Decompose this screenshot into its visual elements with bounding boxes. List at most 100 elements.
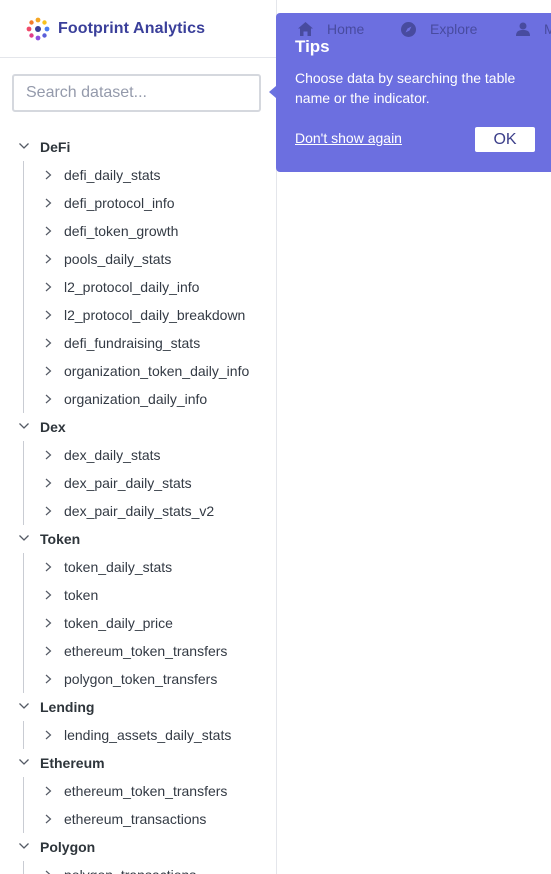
tree-item-label: token_daily_price <box>64 615 173 631</box>
chevron-down-icon <box>19 423 29 429</box>
chevron-right-icon <box>45 282 52 292</box>
tree-item[interactable]: token_daily_stats <box>0 553 276 581</box>
tree-item[interactable]: dex_pair_daily_stats_v2 <box>0 497 276 525</box>
logo-row: Footprint Analytics <box>0 0 276 58</box>
tree-category[interactable]: Ethereum <box>0 749 276 777</box>
nav-home[interactable]: Home <box>298 21 364 37</box>
chevron-down-icon <box>19 843 29 849</box>
brand-name[interactable]: Footprint Analytics <box>58 20 205 38</box>
tree-item-label: defi_fundraising_stats <box>64 335 201 351</box>
tree-item[interactable]: organization_daily_info <box>0 385 276 413</box>
tree-group: token_daily_statstoken token_daily_pricee… <box>0 553 276 693</box>
chevron-right-icon <box>45 674 52 684</box>
chevron-right-icon <box>45 226 52 236</box>
tips-title: Tips <box>295 37 330 56</box>
dont-show-again-link[interactable]: Don't show again <box>295 130 402 146</box>
tree-item-label: defi_protocol_info <box>64 195 175 211</box>
user-icon <box>516 22 530 36</box>
tree-item-label: lending_assets_daily_stats <box>64 727 232 743</box>
tree-item[interactable]: defi_protocol_info <box>0 189 276 217</box>
nav-home-label: Home <box>327 21 365 37</box>
ok-button[interactable]: OK <box>475 127 535 152</box>
tree-item[interactable]: ethereum_token_transfers <box>0 637 276 665</box>
tree-group: defi_daily_stats defi_protocol_info defi_t… <box>0 161 276 413</box>
chevron-right-icon <box>45 562 52 572</box>
tree-item-label: ethereum_token_transfers <box>64 643 228 659</box>
tree-category-label: DeFi <box>40 139 71 155</box>
tree-item-label: token <box>64 587 99 603</box>
tree-item-label: polygon_token_transfers <box>64 671 218 687</box>
tree-item-label: pools_daily_stats <box>64 251 172 267</box>
chevron-right-icon <box>45 814 52 824</box>
tree-item-label: l2_protocol_daily_info <box>64 279 200 295</box>
tree-item[interactable]: ethereum_token_transfers <box>0 777 276 805</box>
search-input[interactable] <box>12 74 261 112</box>
chevron-right-icon <box>45 618 52 628</box>
chevron-down-icon <box>19 759 29 765</box>
tree-item-label: ethereum_transactions <box>64 811 207 827</box>
tree-item[interactable]: token <box>0 581 276 609</box>
tips-popover: Home Explore M Tips Choose data by searc… <box>276 13 551 172</box>
footprint-logo-icon <box>26 17 50 40</box>
tree-group: ethereum_token_transfers ethereum_transac… <box>0 777 276 833</box>
tree-category[interactable]: Polygon <box>0 833 276 861</box>
nav-my[interactable]: M <box>516 21 551 37</box>
chevron-down-icon <box>19 143 29 149</box>
tree-item-label: token_daily_stats <box>64 559 173 575</box>
top-nav: Home Explore M <box>276 20 551 38</box>
tree-item-label: organization_daily_info <box>64 391 208 407</box>
tree-item-label: defi_daily_stats <box>64 167 161 183</box>
tree-item[interactable]: defi_fundraising_stats <box>0 329 276 357</box>
tree-item[interactable]: pools_daily_stats <box>0 245 276 273</box>
tree-category[interactable]: Dex <box>0 413 276 441</box>
tree-category-label: Dex <box>40 419 66 435</box>
chevron-right-icon <box>45 450 52 460</box>
tree-item-label: dex_pair_daily_stats <box>64 475 192 491</box>
chevron-right-icon <box>45 254 52 264</box>
tree-item[interactable]: dex_pair_daily_stats <box>0 469 276 497</box>
tree-item[interactable]: lending_assets_daily_stats <box>0 721 276 749</box>
tree-item[interactable]: polygon_transactions <box>0 861 276 874</box>
tree-item-label: defi_token_growth <box>64 223 179 239</box>
chevron-right-icon <box>45 590 52 600</box>
tips-body: Choose data by searching the table name … <box>295 70 516 106</box>
tree-item[interactable]: token_daily_price <box>0 609 276 637</box>
dataset-tree: DeFi defi_daily_stats defi_protocol_info de… <box>0 133 276 874</box>
chevron-right-icon <box>45 198 52 208</box>
tree-group: dex_daily_stats dex_pair_daily_stats dex_p… <box>0 441 276 525</box>
home-icon <box>298 22 313 36</box>
tree-item[interactable]: organization_token_daily_info <box>0 357 276 385</box>
tree-item[interactable]: defi_token_growth <box>0 217 276 245</box>
chevron-right-icon <box>45 786 52 796</box>
tree-item[interactable]: defi_daily_stats <box>0 161 276 189</box>
tree-category-label: Lending <box>40 699 95 715</box>
tree-category[interactable]: Token <box>0 525 276 553</box>
nav-my-label: M <box>544 21 551 37</box>
nav-explore-label: Explore <box>430 21 478 37</box>
tree-item[interactable]: dex_daily_stats <box>0 441 276 469</box>
compass-icon <box>401 21 416 37</box>
tree-item-label: polygon_transactions <box>64 867 196 874</box>
chevron-right-icon <box>45 170 52 180</box>
sidebar: Footprint Analytics DeFi defi_daily_stats… <box>0 0 277 874</box>
chevron-right-icon <box>45 506 52 516</box>
tree-category-label: Ethereum <box>40 755 105 771</box>
chevron-right-icon <box>45 646 52 656</box>
chevron-right-icon <box>45 310 52 320</box>
tree-item[interactable]: l2_protocol_daily_breakdown <box>0 301 276 329</box>
nav-explore[interactable]: Explore <box>401 21 477 37</box>
tree-group: lending_assets_daily_stats <box>0 721 276 749</box>
chevron-right-icon <box>45 870 51 874</box>
tree-category[interactable]: DeFi <box>0 133 276 161</box>
chevron-right-icon <box>45 366 52 376</box>
tree-item-label: dex_daily_stats <box>64 447 161 463</box>
chevron-down-icon <box>19 703 29 709</box>
tree-category[interactable]: Lending <box>0 693 276 721</box>
tree-group: polygon_transactions <box>0 861 276 874</box>
chevron-down-icon <box>19 535 29 541</box>
chevron-right-icon <box>45 338 52 348</box>
chevron-right-icon <box>45 394 52 404</box>
tree-item[interactable]: l2_protocol_daily_info <box>0 273 276 301</box>
tree-item[interactable]: ethereum_transactions <box>0 805 276 833</box>
tree-item[interactable]: polygon_token_transfers <box>0 665 276 693</box>
